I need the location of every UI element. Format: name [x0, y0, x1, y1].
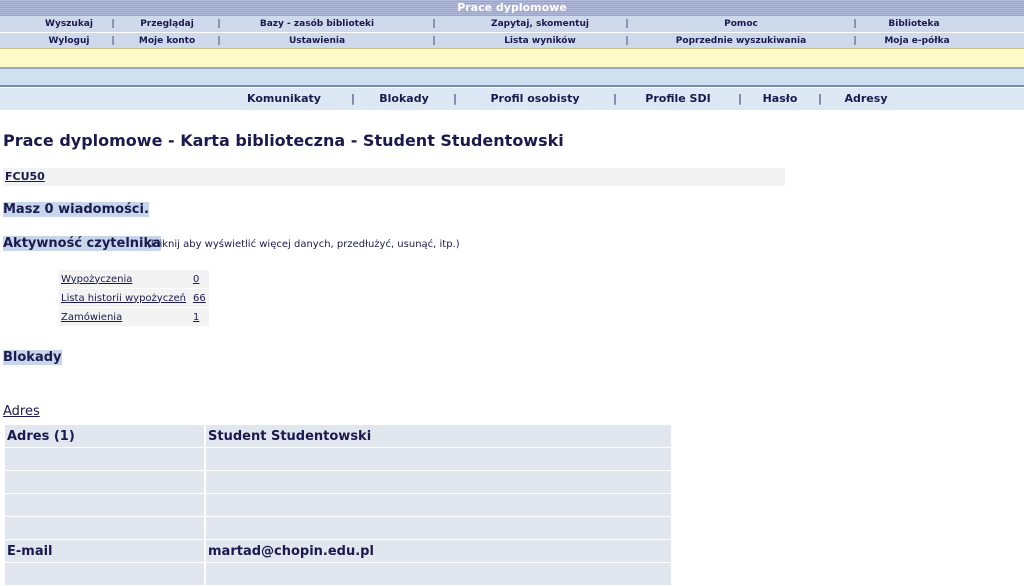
messages-text: Masz 0 wiadomości.	[3, 202, 149, 217]
requests-count-link[interactable]: 1	[193, 312, 199, 323]
activity-label-cell: Zamówienia	[59, 308, 189, 326]
reader-code-bar: FCU50	[3, 168, 785, 186]
table-row	[5, 517, 671, 539]
menu-separator: |	[432, 19, 436, 29]
address-label-cell: Adres (1)	[5, 425, 204, 447]
loan-history-count-link[interactable]: 66	[193, 293, 206, 304]
submenu-password[interactable]: Hasło	[763, 88, 798, 110]
menu-separator: |	[217, 19, 221, 29]
menu-separator: |	[853, 19, 857, 29]
menu-library[interactable]: Biblioteka	[888, 16, 939, 32]
table-row	[5, 471, 671, 493]
menu-separator: |	[853, 36, 857, 46]
submenu-separator: |	[351, 92, 355, 105]
main-menu-row-1: Wyszukaj | Przeglądaj | Bazy - zasób bib…	[0, 16, 1024, 32]
address-label-cell	[5, 517, 204, 539]
menu-separator: |	[625, 36, 629, 46]
submenu-separator: |	[818, 92, 822, 105]
table-row: Lista historii wypożyczeń 66	[59, 289, 209, 307]
address-value-cell	[206, 471, 671, 493]
account-submenu: Komunikaty | Blokady | Profil osobisty |…	[0, 88, 1024, 110]
submenu-separator: |	[613, 92, 617, 105]
activity-heading-text: Aktywność czytelnika	[3, 236, 161, 251]
email-value-cell: martad@chopin.edu.pl	[206, 540, 671, 562]
activity-table: Wypożyczenia 0 Lista historii wypożyczeń…	[59, 269, 209, 327]
menu-separator: |	[111, 19, 115, 29]
divider	[0, 85, 1024, 87]
activity-label-cell: Wypożyczenia	[59, 270, 189, 288]
activity-value-cell: 1	[189, 308, 209, 326]
submenu-separator: |	[453, 92, 457, 105]
address-value-cell	[206, 494, 671, 516]
menu-separator: |	[432, 36, 436, 46]
submenu-personal-profile[interactable]: Profil osobisty	[490, 88, 579, 110]
table-row: Zamówienia 1	[59, 308, 209, 326]
title-bar: Prace dyplomowe	[0, 0, 1024, 16]
blue-band	[0, 69, 1024, 85]
menu-databases[interactable]: Bazy - zasób biblioteki	[260, 16, 374, 32]
menu-browse[interactable]: Przeglądaj	[140, 16, 194, 32]
address-label-cell	[5, 448, 204, 470]
site-title: Prace dyplomowe	[457, 1, 567, 14]
submenu-separator: |	[738, 92, 742, 105]
address-value-cell	[206, 563, 671, 585]
menu-separator: |	[625, 19, 629, 29]
address-table: Adres (1) Student Studentowski E-mail ma…	[3, 424, 673, 586]
submenu-blocks[interactable]: Blokady	[379, 88, 429, 110]
address-value-cell	[206, 517, 671, 539]
address-label-cell	[5, 471, 204, 493]
address-value-cell	[206, 448, 671, 470]
menu-results-list[interactable]: Lista wyników	[504, 33, 576, 49]
table-row: Adres (1) Student Studentowski	[5, 425, 671, 447]
menu-ask-comment[interactable]: Zapytaj, skomentuj	[491, 16, 589, 32]
page-title: Prace dyplomowe - Karta biblioteczna - S…	[3, 131, 564, 150]
menu-logout[interactable]: Wyloguj	[49, 33, 90, 49]
activity-heading: Aktywność czytelnika	[3, 236, 161, 251]
main-menu-row-2: Wyloguj | Moje konto | Ustawienia | List…	[0, 32, 1024, 49]
menu-search[interactable]: Wyszukaj	[45, 16, 93, 32]
menu-my-account[interactable]: Moje konto	[139, 33, 195, 49]
loan-history-link[interactable]: Lista historii wypożyczeń	[61, 293, 186, 304]
yellow-band	[0, 48, 1024, 67]
email-label-cell: E-mail	[5, 540, 204, 562]
menu-previous-searches[interactable]: Poprzednie wyszukiwania	[676, 33, 806, 49]
loans-count-link[interactable]: 0	[193, 274, 199, 285]
loans-link[interactable]: Wypożyczenia	[61, 274, 132, 285]
submenu-addresses[interactable]: Adresy	[845, 88, 888, 110]
activity-label-cell: Lista historii wypożyczeń	[59, 289, 189, 307]
menu-help[interactable]: Pomoc	[724, 16, 758, 32]
messages-heading: Masz 0 wiadomości.	[3, 202, 149, 217]
requests-link[interactable]: Zamówienia	[61, 312, 122, 323]
table-row	[5, 448, 671, 470]
menu-settings[interactable]: Ustawienia	[289, 33, 345, 49]
reader-code-link[interactable]: FCU50	[5, 170, 45, 183]
address-link[interactable]: Adres	[3, 404, 40, 419]
address-value-cell: Student Studentowski	[206, 425, 671, 447]
submenu-messages[interactable]: Komunikaty	[247, 88, 321, 110]
blocks-heading-text: Blokady	[3, 350, 62, 365]
table-row	[5, 563, 671, 585]
activity-note: (kliknij aby wyświetlić więcej danych, p…	[147, 239, 460, 250]
menu-separator: |	[111, 36, 115, 46]
table-row	[5, 494, 671, 516]
submenu-sdi-profiles[interactable]: Profile SDI	[645, 88, 710, 110]
table-row: E-mail martad@chopin.edu.pl	[5, 540, 671, 562]
menu-my-e-shelf[interactable]: Moja e-półka	[884, 33, 949, 49]
address-label-cell	[5, 494, 204, 516]
blocks-heading: Blokady	[3, 350, 62, 365]
menu-separator: |	[217, 36, 221, 46]
address-label-cell	[5, 563, 204, 585]
table-row: Wypożyczenia 0	[59, 270, 209, 288]
activity-value-cell: 66	[189, 289, 209, 307]
activity-value-cell: 0	[189, 270, 209, 288]
